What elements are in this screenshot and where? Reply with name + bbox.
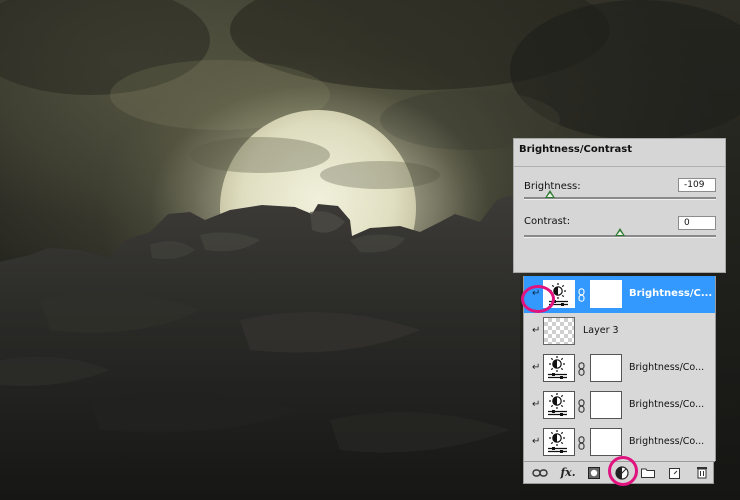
brightness-slider-thumb[interactable] bbox=[544, 190, 555, 198]
layer-row[interactable]: ↵ Brightness/C... bbox=[524, 276, 715, 314]
layer-name[interactable]: Layer 3 bbox=[583, 325, 619, 336]
contrast-slider-thumb[interactable] bbox=[615, 228, 625, 236]
layer-mask-thumbnail[interactable] bbox=[590, 428, 622, 456]
layers-toolbar: fx. bbox=[523, 461, 714, 484]
link-layers-icon[interactable] bbox=[532, 465, 548, 480]
panel-title: Brightness/Contrast bbox=[519, 144, 633, 155]
transparent-thumbnail[interactable] bbox=[543, 317, 575, 345]
brightness-contrast-icon[interactable] bbox=[543, 354, 575, 382]
add-mask-icon[interactable] bbox=[586, 465, 602, 480]
clipping-arrow-icon: ↵ bbox=[532, 362, 541, 373]
contrast-value-field[interactable]: 0 bbox=[678, 216, 716, 230]
mask-link-icon[interactable] bbox=[578, 398, 585, 413]
clipping-arrow-icon: ↵ bbox=[532, 288, 541, 299]
clipping-arrow-icon: ↵ bbox=[532, 399, 541, 410]
mask-link-icon[interactable] bbox=[578, 435, 585, 450]
layer-mask-thumbnail[interactable] bbox=[590, 391, 622, 419]
layer-row[interactable]: ↵ Layer 3 bbox=[524, 313, 715, 351]
new-layer-icon[interactable] bbox=[667, 465, 683, 480]
brightness-value-field[interactable]: -109 bbox=[678, 178, 716, 192]
fx-icon[interactable]: fx. bbox=[560, 465, 576, 480]
layer-name[interactable]: Brightness/Co... bbox=[629, 399, 704, 410]
mask-link-icon[interactable] bbox=[578, 361, 585, 376]
divider bbox=[514, 166, 725, 167]
layer-row[interactable]: ↵ Brightness/Co... bbox=[524, 387, 715, 425]
brightness-slider-track[interactable] bbox=[524, 190, 716, 200]
new-group-icon[interactable] bbox=[640, 465, 656, 480]
delete-layer-icon[interactable] bbox=[694, 465, 710, 480]
brightness-contrast-icon[interactable] bbox=[543, 428, 575, 456]
brightness-contrast-icon[interactable] bbox=[543, 391, 575, 419]
layer-row[interactable]: ↵ Brightness/Co... bbox=[524, 424, 715, 462]
clipping-arrow-icon: ↵ bbox=[532, 325, 541, 336]
layer-name[interactable]: Brightness/Co... bbox=[629, 362, 704, 373]
adjustments-panel: Brightness/Contrast Brightness: -109 Con… bbox=[513, 138, 726, 273]
layer-mask-thumbnail[interactable] bbox=[590, 280, 622, 308]
layer-name[interactable]: Brightness/C... bbox=[629, 288, 712, 299]
contrast-slider-track[interactable] bbox=[524, 228, 716, 238]
brightness-contrast-icon[interactable] bbox=[543, 280, 575, 308]
clipping-arrow-icon: ↵ bbox=[532, 436, 541, 447]
contrast-label: Contrast: bbox=[524, 216, 571, 227]
layer-row[interactable]: ↵ Brightness/Co... bbox=[524, 350, 715, 388]
layer-name[interactable]: Brightness/Co... bbox=[629, 436, 704, 447]
layers-panel: ↵ Brightness/C... ↵ Layer 3 ↵ Brightness/Co..… bbox=[523, 276, 716, 462]
new-adjustment-layer-icon[interactable] bbox=[614, 465, 630, 480]
layer-mask-thumbnail[interactable] bbox=[590, 354, 622, 382]
mask-link-icon[interactable] bbox=[578, 287, 585, 302]
